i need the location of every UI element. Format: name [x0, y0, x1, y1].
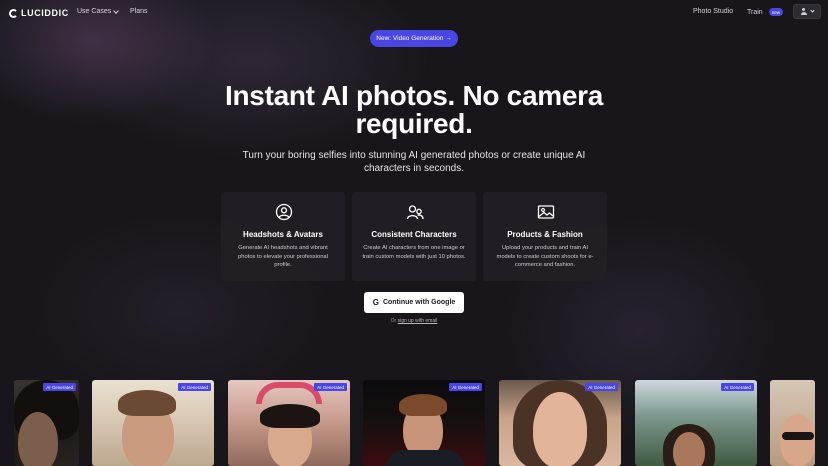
feature-description: Upload your products and train AI models…	[496, 245, 594, 269]
hero-title-line1: Instant AI photos. No camera	[225, 80, 603, 111]
feature-description: Create AI characters from one image or t…	[362, 245, 466, 260]
top-nav: LUCIDDIC Use Cases Plans Photo Studio Tr…	[0, 0, 828, 26]
feature-title: Products & Fashion	[507, 230, 583, 239]
hero-subtitle: Turn your boring selfies into stunning A…	[242, 150, 586, 174]
photo-shape	[18, 412, 58, 466]
hero-title: Instant AI photos. No camera required.	[0, 82, 828, 138]
gallery-photo: AI Generated	[635, 380, 757, 466]
google-icon: G	[372, 298, 379, 307]
gallery-photo	[770, 380, 815, 466]
ai-generated-tag: AI Generated	[585, 383, 618, 391]
gallery-photo: AI Generated	[363, 380, 485, 466]
feature-title: Consistent Characters	[371, 230, 457, 239]
chevron-down-icon	[113, 7, 120, 14]
photo-shape	[260, 404, 320, 428]
users-icon	[406, 205, 424, 220]
nav-train[interactable]: Train new	[747, 8, 783, 16]
ai-generated-tag: AI Generated	[721, 383, 754, 391]
gallery-photo: AI Generated	[14, 380, 79, 466]
nav-photo-studio-label: Photo Studio	[693, 8, 734, 15]
ai-generated-tag: AI Generated	[178, 383, 211, 391]
or-text: Or	[390, 318, 398, 324]
photo-shape	[782, 432, 814, 440]
logo-icon	[9, 8, 18, 18]
sign-up-email-link[interactable]: sign up with email	[398, 318, 438, 324]
photo-shape	[673, 432, 705, 466]
gallery-photo: AI Generated	[228, 380, 350, 466]
photo-shape	[118, 390, 176, 416]
nav-plans-label: Plans	[130, 8, 148, 15]
feature-card-headshots[interactable]: Headshots & Avatars Generate AI headshot…	[221, 192, 345, 281]
ai-generated-tag: AI Generated	[449, 383, 482, 391]
nav-use-cases-label: Use Cases	[77, 8, 112, 15]
photo-shape	[533, 392, 587, 466]
feature-card-products[interactable]: Products & Fashion Upload your products …	[483, 192, 607, 281]
photo-shape	[385, 450, 465, 466]
user-circle-icon	[275, 203, 293, 221]
photo-shape	[780, 414, 815, 466]
image-icon	[537, 205, 555, 219]
feature-title: Headshots & Avatars	[243, 230, 323, 239]
logo[interactable]: LUCIDDIC	[9, 8, 69, 18]
chevron-down-icon	[809, 8, 815, 13]
nav-photo-studio[interactable]: Photo Studio	[693, 8, 733, 15]
nav-train-label: Train	[747, 8, 763, 16]
google-button-label: Continue with Google	[382, 299, 456, 306]
user-menu-button[interactable]	[793, 4, 821, 19]
announcement-pill[interactable]: New: Video Generation →	[370, 30, 458, 47]
gallery-photo: AI Generated	[92, 380, 214, 466]
gallery-photo: AI Generated	[499, 380, 621, 466]
feature-card-characters[interactable]: Consistent Characters Create AI characte…	[352, 192, 476, 281]
email-signup-line: Or sign up with email	[0, 318, 828, 324]
ai-generated-tag: AI Generated	[43, 383, 76, 391]
ai-generated-tag: AI Generated	[314, 383, 347, 391]
nav-plans[interactable]: Plans	[130, 8, 148, 15]
feature-description: Generate AI headshots and vibrant photos…	[238, 245, 328, 269]
photo-shape	[256, 382, 322, 404]
logo-text: LUCIDDIC	[21, 8, 69, 18]
new-badge: new	[768, 8, 783, 16]
nav-use-cases[interactable]: Use Cases	[77, 7, 120, 15]
photo-shape	[399, 394, 447, 416]
continue-with-google-button[interactable]: G Continue with Google	[364, 292, 464, 313]
hero-title-line2: required.	[355, 108, 473, 139]
user-icon	[800, 8, 807, 15]
